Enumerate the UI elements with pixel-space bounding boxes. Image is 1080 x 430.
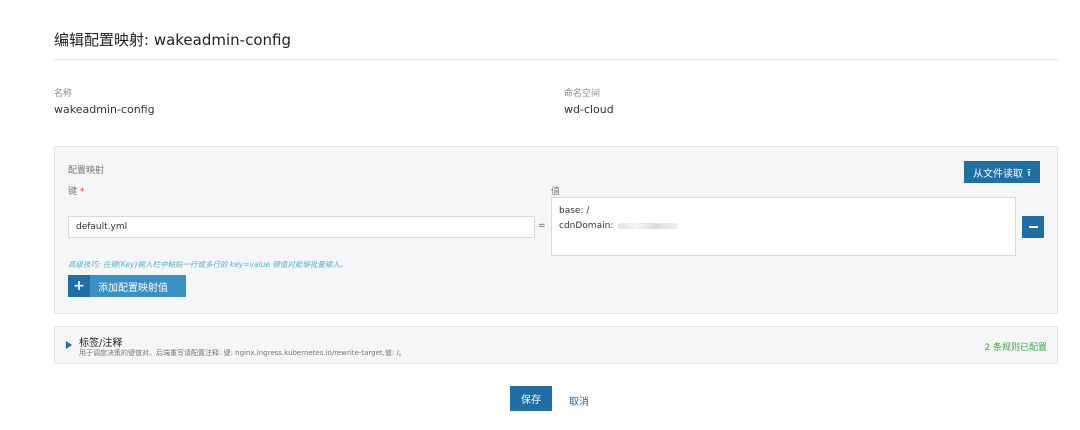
add-configmap-value-button[interactable]: + 添加配置映射值 [68,275,186,297]
key-label: 键 * [68,184,85,197]
name-value: wakeadmin-config [54,103,155,116]
page-title: 编辑配置映射: wakeadmin-config [54,31,291,49]
plus-icon: + [68,275,90,297]
upload-icon: ⭱ [1027,165,1031,179]
labels-annotations-description: 用于调度决策的键值对。后端重写请配置注释: 键: nginx.ingress.k… [79,349,406,357]
equals-sign: = [538,221,546,231]
title-divider [54,59,1058,60]
cancel-link[interactable]: 取消 [569,393,589,408]
labels-annotations-panel[interactable]: 标签/注释 用于调度决策的键值对。后端重写请配置注释: 键: nginx.ing… [54,326,1058,364]
read-from-file-button[interactable]: 从文件读取 ⭱ [964,161,1040,183]
add-configmap-value-label: 添加配置映射值 [98,282,168,294]
key-label-text: 键 [68,187,78,197]
required-mark: * [80,187,85,197]
advanced-tip: 高级技巧: 在键(Key)输入栏中粘贴一行或多行的 key=value 键值对能… [68,260,348,269]
caret-right-icon[interactable] [66,341,72,349]
remove-entry-button[interactable] [1022,216,1044,238]
key-input[interactable]: default.yml [68,216,535,238]
configmap-panel: 配置映射 键 * 值 从文件读取 ⭱ default.yml = base: / … [54,146,1058,314]
redacted-value [618,222,679,229]
read-from-file-label: 从文件读取 [973,168,1024,180]
name-label: 名称 [54,89,73,99]
value-textarea[interactable]: base: / cdnDomain: [551,197,1016,256]
configmap-section-title: 配置映射 [68,166,105,176]
value-line-text: cdnDomain: [559,221,617,231]
value-label: 值 [551,187,561,197]
value-line: cdnDomain: [559,219,1008,234]
labels-annotations-title: 标签/注释 [79,338,123,349]
namespace-label: 命名空间 [564,89,601,99]
namespace-value: wd-cloud [564,103,614,116]
minus-icon [1028,226,1038,228]
rules-count-badge: 2 条规则已配置 [984,343,1047,353]
value-line: base: / [559,206,590,216]
save-button[interactable]: 保存 [510,386,552,411]
